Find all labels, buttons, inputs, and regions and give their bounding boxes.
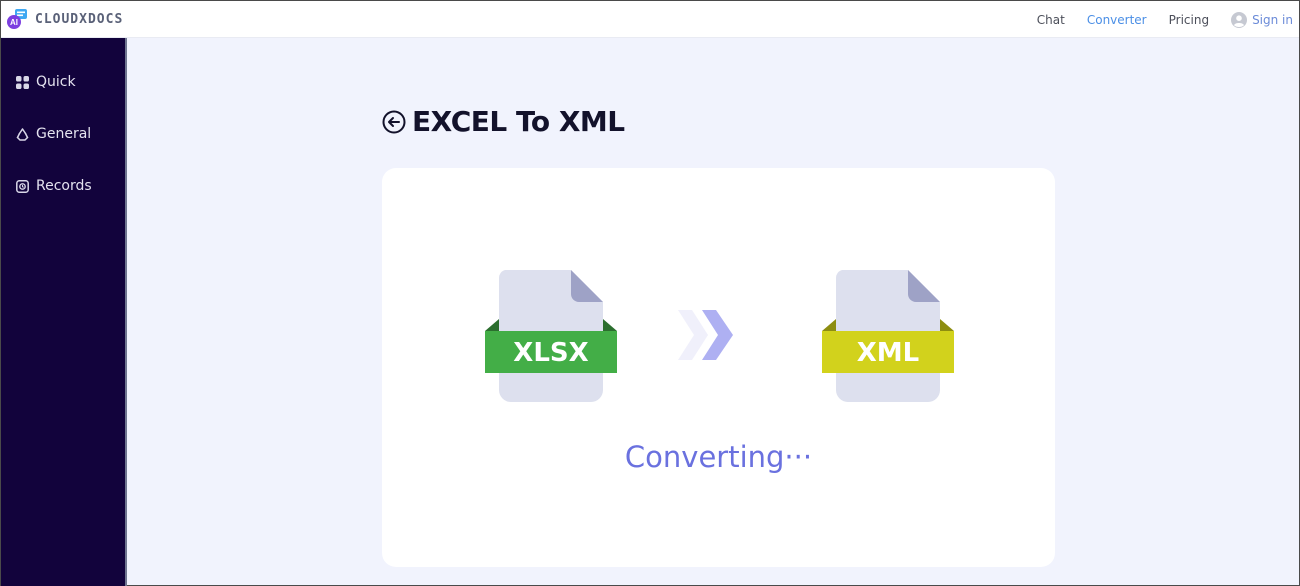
record-icon bbox=[16, 179, 29, 193]
nav-converter-link[interactable]: Converter bbox=[1087, 13, 1147, 27]
conversion-status: Converting··· bbox=[624, 440, 813, 474]
source-file-icon: XLSX bbox=[485, 270, 617, 402]
brand-name: CLOUDXDOCS bbox=[35, 11, 124, 27]
sidebar-item-general[interactable]: General bbox=[16, 126, 91, 142]
sign-in-button[interactable]: Sign in bbox=[1231, 11, 1293, 28]
nav-pricing-link[interactable]: Pricing bbox=[1169, 13, 1209, 27]
target-format-label: XML bbox=[856, 338, 920, 368]
sidebar-item-label: Quick bbox=[36, 74, 76, 90]
sidebar: Quick General Records bbox=[1, 38, 127, 586]
logo-badge-text: AI bbox=[10, 18, 18, 27]
grid-icon bbox=[16, 75, 29, 89]
recycle-icon bbox=[16, 127, 29, 141]
nav-chat-link[interactable]: Chat bbox=[1037, 13, 1065, 27]
sidebar-item-label: General bbox=[36, 126, 92, 142]
user-avatar-icon bbox=[1231, 11, 1248, 28]
convert-arrows-icon bbox=[678, 310, 733, 360]
brand-logo[interactable]: AI CLOUDXDOCS bbox=[6, 8, 123, 30]
sidebar-item-records[interactable]: Records bbox=[16, 178, 92, 194]
top-bar: AI CLOUDXDOCS Chat Converter Pricing Sig… bbox=[1, 1, 1299, 38]
top-nav: Chat Converter Pricing Sign in bbox=[1015, 1, 1293, 38]
conversion-card: XLSX XML Converting··· bbox=[382, 168, 1055, 567]
logo-icon: AI bbox=[6, 8, 28, 30]
page-title: EXCEL To XML bbox=[412, 105, 625, 138]
target-file-icon: XML bbox=[822, 270, 954, 402]
sidebar-item-label: Records bbox=[36, 178, 92, 194]
title-row: EXCEL To XML bbox=[382, 105, 625, 138]
sign-in-label: Sign in bbox=[1252, 12, 1293, 27]
back-arrow-icon[interactable] bbox=[382, 110, 406, 134]
source-format-label: XLSX bbox=[513, 338, 589, 368]
sidebar-item-quick[interactable]: Quick bbox=[16, 74, 76, 90]
